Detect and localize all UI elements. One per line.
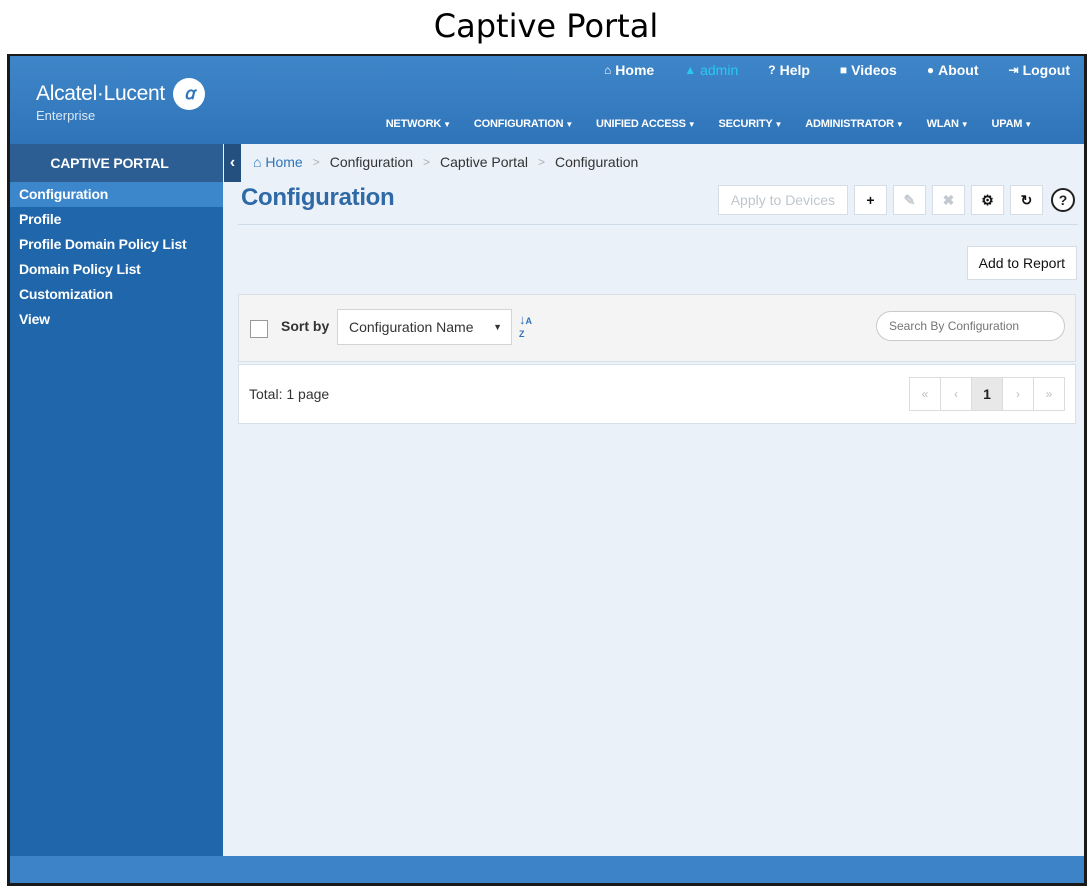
sidebar-item-profile[interactable]: Profile xyxy=(10,207,223,232)
logout-icon: ⇥ xyxy=(1008,63,1019,77)
toplink-label: Videos xyxy=(851,62,897,78)
delete-icon[interactable]: ✖ xyxy=(932,185,965,215)
sort-alpha-icon[interactable]: ↓A Z xyxy=(519,313,532,340)
main-nav: NETWORK ▼ CONFIGURATION ▼ UNIFIED ACCESS ▼ … xyxy=(363,118,1033,130)
breadcrumb-home[interactable]: ⌂ Home xyxy=(253,154,303,170)
sidebar-item-profile-domain-policy-list[interactable]: Profile Domain Policy List xyxy=(10,232,223,257)
chevron-right-icon: > xyxy=(312,155,320,169)
info-icon: ● xyxy=(926,63,935,77)
search-input[interactable] xyxy=(876,311,1065,341)
toplink-label: Help xyxy=(779,62,810,78)
sidebar-item-view[interactable]: View xyxy=(10,307,223,332)
app-window: Alcatel·Lucent ꭤ Enterprise ⌂ Home ▲ adm… xyxy=(7,54,1087,886)
gear-icon[interactable]: ⚙ xyxy=(971,185,1004,215)
chevron-down-icon: ▼ xyxy=(895,120,904,129)
sort-select[interactable]: Configuration Name ▼ xyxy=(337,309,512,345)
nav-upam[interactable]: UPAM ▼ xyxy=(992,118,1033,130)
sort-by-label: Sort by xyxy=(281,318,330,334)
select-all-checkbox[interactable] xyxy=(250,320,268,338)
page-title: Configuration xyxy=(241,184,395,211)
toplink-label: admin xyxy=(700,62,739,78)
home-icon: ⌂ xyxy=(604,63,612,77)
main-content: ⌂ Home > Configuration > Captive Portal … xyxy=(223,144,1084,856)
total-pages: Total: 1 page xyxy=(249,386,330,402)
next-page-button[interactable]: › xyxy=(1002,377,1034,411)
toplink-help[interactable]: ? Help xyxy=(768,62,810,78)
nav-security[interactable]: SECURITY ▼ xyxy=(718,118,782,130)
pager: « ‹ 1 › » xyxy=(909,377,1065,411)
sidebar-item-customization[interactable]: Customization xyxy=(10,282,223,307)
divider xyxy=(238,224,1078,225)
chevron-down-icon: ▼ xyxy=(565,120,574,129)
chevron-down-icon: ▼ xyxy=(960,120,969,129)
breadcrumb: ⌂ Home > Configuration > Captive Portal … xyxy=(253,154,638,170)
brand-name: Alcatel·Lucent xyxy=(36,82,165,105)
breadcrumb-item-current: Configuration xyxy=(554,154,639,170)
chevron-down-icon: ▼ xyxy=(687,120,696,129)
toolbar: Apply to Devices + ✎ ✖ ⚙ ↻ ? xyxy=(712,185,1075,215)
nav-wlan[interactable]: WLAN ▼ xyxy=(927,118,969,130)
chevron-right-icon: > xyxy=(537,155,545,169)
nav-administrator[interactable]: ADMINISTRATOR ▼ xyxy=(805,118,904,130)
toplink-videos[interactable]: ■ Videos xyxy=(840,62,897,78)
footer-bar xyxy=(10,856,1084,883)
chevron-down-icon: ▼ xyxy=(443,120,451,129)
brand-subtitle: Enterprise xyxy=(36,108,96,123)
nav-configuration[interactable]: CONFIGURATION ▼ xyxy=(474,118,573,130)
edit-icon[interactable]: ✎ xyxy=(893,185,926,215)
video-icon: ■ xyxy=(839,63,848,77)
toplink-logout[interactable]: ⇥ Logout xyxy=(1009,62,1070,78)
add-icon[interactable]: + xyxy=(854,185,887,215)
toplink-about[interactable]: ● About xyxy=(927,62,979,78)
pagination-bar: Total: 1 page « ‹ 1 › » xyxy=(238,364,1076,424)
chevron-down-icon: ▼ xyxy=(493,322,502,332)
top-header: Alcatel·Lucent ꭤ Enterprise ⌂ Home ▲ adm… xyxy=(10,56,1084,144)
page-1-button[interactable]: 1 xyxy=(971,377,1003,411)
brand-mark-icon: ꭤ xyxy=(173,78,206,110)
toplink-admin[interactable]: ▲ admin xyxy=(684,62,738,78)
collapse-sidebar-icon[interactable]: ‹ xyxy=(224,144,241,182)
nav-unified-access[interactable]: UNIFIED ACCESS ▼ xyxy=(596,118,696,130)
chevron-down-icon: ▼ xyxy=(774,120,783,129)
toplink-label: About xyxy=(938,62,979,78)
toplink-home[interactable]: ⌂ Home xyxy=(604,62,654,78)
filter-bar: Sort by Configuration Name ▼ ↓A Z xyxy=(238,294,1076,362)
prev-page-button[interactable]: ‹ xyxy=(940,377,972,411)
sidebar-title: CAPTIVE PORTAL xyxy=(10,144,223,182)
sidebar-item-configuration[interactable]: Configuration xyxy=(10,182,223,207)
add-to-report-button[interactable]: Add to Report xyxy=(966,246,1077,280)
user-icon: ▲ xyxy=(684,63,697,77)
nav-network[interactable]: NETWORK ▼ xyxy=(386,118,451,130)
apply-to-devices-button[interactable]: Apply to Devices xyxy=(717,185,848,215)
toplink-label: Home xyxy=(615,62,655,78)
breadcrumb-item[interactable]: Configuration xyxy=(330,154,413,170)
chevron-right-icon: > xyxy=(423,155,431,169)
help-icon[interactable]: ? xyxy=(1051,188,1075,212)
top-links: ⌂ Home ▲ admin ? Help ■ Videos ● About ⇥… xyxy=(574,62,1070,78)
breadcrumb-item[interactable]: Captive Portal xyxy=(440,154,528,170)
sort-select-value: Configuration Name xyxy=(349,319,474,335)
question-icon: ? xyxy=(768,63,776,77)
sidebar-item-domain-policy-list[interactable]: Domain Policy List xyxy=(10,257,223,282)
refresh-icon[interactable]: ↻ xyxy=(1010,185,1043,215)
brand-logo[interactable]: Alcatel·Lucent ꭤ Enterprise xyxy=(36,78,206,123)
page-caption: Captive Portal xyxy=(433,7,659,45)
sidebar: CAPTIVE PORTAL Configuration Profile Pro… xyxy=(10,144,223,856)
first-page-button[interactable]: « xyxy=(909,377,941,411)
last-page-button[interactable]: » xyxy=(1033,377,1065,411)
toplink-label: Logout xyxy=(1022,62,1070,78)
chevron-down-icon: ▼ xyxy=(1024,120,1032,129)
